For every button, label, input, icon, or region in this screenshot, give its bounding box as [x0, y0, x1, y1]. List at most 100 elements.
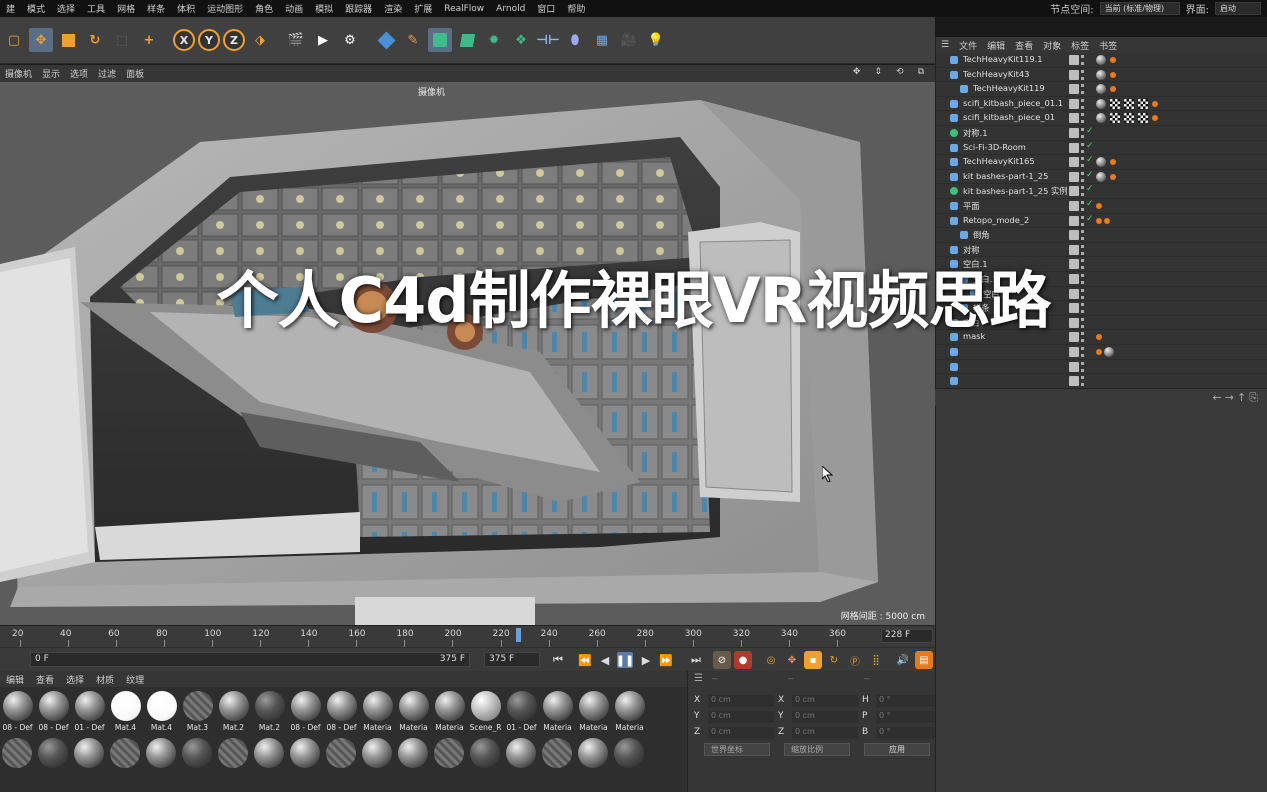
pause-icon[interactable]: ❚❚	[616, 652, 634, 668]
object-menu-item[interactable]: 书签	[1094, 39, 1122, 52]
layer-flag-icon[interactable]	[1069, 186, 1079, 197]
rot-b-field[interactable]: 0 °	[876, 727, 942, 739]
timeline-playhead[interactable]	[516, 628, 521, 642]
viewport-menu-item[interactable]: 显示	[37, 67, 65, 80]
pos-y-field[interactable]: 0 cm	[708, 711, 774, 723]
deformer-icon[interactable]: ❖	[509, 28, 533, 52]
layer-flag-icon[interactable]	[1069, 69, 1079, 80]
material-swatch[interactable]: 08 - Def	[325, 691, 358, 732]
object-row[interactable]: kit bashes-part-1_25 ✓	[936, 170, 1267, 185]
object-row[interactable]: 空白.1	[936, 257, 1267, 272]
viewport-menu-item[interactable]: 面板	[121, 67, 149, 80]
menu-item[interactable]: 工具	[81, 2, 111, 15]
3d-viewport[interactable]: 摄像机 网格间距 : 5000 cm	[0, 82, 935, 625]
material-swatch[interactable]: Mat.2	[217, 691, 250, 732]
visibility-dots-icon[interactable]	[1081, 317, 1084, 328]
object-row[interactable]: TechHeavyKit119	[936, 82, 1267, 97]
key-scale-icon[interactable]: ▪	[804, 651, 822, 669]
material-swatch[interactable]: Materia	[397, 691, 430, 732]
layer-flag-icon[interactable]	[1069, 288, 1079, 299]
material-swatch-row2[interactable]	[434, 738, 464, 768]
material-swatch[interactable]: Materia	[541, 691, 574, 732]
layer-flag-icon[interactable]	[1069, 113, 1079, 124]
material-swatch[interactable]: 08 - Def	[1, 691, 34, 732]
z-axis-icon[interactable]: Z	[223, 29, 245, 51]
pan-icon[interactable]: ✥	[848, 67, 866, 77]
extrude-icon[interactable]	[455, 28, 479, 52]
phong-tag-icon[interactable]	[1096, 334, 1102, 341]
node-space-select[interactable]: 当前 (标准/物理)	[1099, 2, 1180, 15]
x-axis-icon[interactable]: X	[173, 29, 195, 51]
object-menu-item[interactable]: 编辑	[982, 39, 1010, 52]
material-swatch[interactable]: 08 - Def	[37, 691, 70, 732]
object-row[interactable]: 空白	[936, 287, 1267, 302]
layer-flag-icon[interactable]	[1069, 259, 1079, 270]
material-swatch-row2[interactable]	[578, 738, 608, 768]
menu-item[interactable]: 扩展	[408, 2, 438, 15]
material-swatch[interactable]: Scene_R	[469, 691, 502, 732]
material-swatch[interactable]: 01 - Def	[505, 691, 538, 732]
layer-flag-icon[interactable]	[1069, 98, 1079, 109]
visibility-dots-icon[interactable]	[1081, 288, 1084, 299]
move-tool-icon[interactable]: ✥	[29, 28, 53, 52]
key-pla-icon[interactable]: ⣿	[867, 651, 885, 669]
cube-icon[interactable]	[374, 28, 398, 52]
material-swatch[interactable]: Mat.4	[145, 691, 178, 732]
key-position-icon[interactable]: ✥	[783, 651, 801, 669]
phong-tag-icon[interactable]	[1110, 71, 1116, 78]
phong-tag-icon[interactable]	[1110, 159, 1116, 166]
phong-tag-icon[interactable]	[1096, 217, 1102, 224]
object-row[interactable]: 对称.1 ✓	[936, 126, 1267, 141]
record-keys-icon[interactable]: ⊘	[713, 651, 731, 669]
object-row[interactable]	[936, 345, 1267, 360]
menu-item[interactable]: 选择	[51, 2, 81, 15]
visibility-dots-icon[interactable]	[1081, 303, 1084, 314]
key-selection-icon[interactable]: ◎	[762, 651, 780, 669]
visibility-dots-icon[interactable]	[1081, 84, 1084, 95]
orbit-icon[interactable]: ⟲	[891, 67, 909, 77]
material-tag-icon[interactable]	[1096, 84, 1106, 95]
layout-select[interactable]: 启动	[1215, 2, 1261, 15]
dolly-icon[interactable]: ⇕	[869, 67, 887, 77]
material-swatch-row2[interactable]	[74, 738, 104, 768]
enabled-check-icon[interactable]: ✓	[1086, 141, 1094, 151]
object-row[interactable]	[936, 374, 1267, 389]
attribute-nav-icons[interactable]: ←→↑⎘	[1213, 391, 1261, 405]
floor-icon[interactable]: ▦	[590, 28, 614, 52]
visibility-dots-icon[interactable]	[1081, 201, 1084, 211]
layer-flag-icon[interactable]	[1069, 317, 1079, 328]
texture-tag-icon[interactable]	[1110, 98, 1120, 109]
scale-mode-select[interactable]: 缩放比例	[784, 743, 850, 756]
world-coordinates-select[interactable]: 世界坐标	[704, 743, 770, 756]
material-swatch-row2[interactable]	[398, 738, 428, 768]
material-swatch-row2[interactable]	[2, 738, 32, 768]
material-swatch[interactable]: Mat.3	[181, 691, 214, 732]
visibility-dots-icon[interactable]	[1081, 259, 1084, 270]
visibility-dots-icon[interactable]	[1081, 55, 1084, 65]
object-row[interactable]: 样条	[936, 301, 1267, 316]
scene-environment-icon[interactable]: ⬮	[563, 28, 587, 52]
material-swatch[interactable]: Mat.4	[109, 691, 142, 732]
layer-flag-icon[interactable]	[1069, 376, 1079, 387]
timeline-ruler[interactable]: 228 F 20 40 60 80 100 120 140 160 180 200 220 240 26…	[0, 625, 935, 647]
object-row[interactable]: Retopo_mode_2 ✓	[936, 214, 1267, 229]
material-tag-icon[interactable]	[1096, 55, 1106, 65]
sound-icon[interactable]: 🔊	[894, 651, 912, 669]
material-swatch[interactable]: Materia	[577, 691, 610, 732]
object-row[interactable]: 空白.1	[936, 272, 1267, 287]
layer-flag-icon[interactable]	[1069, 215, 1079, 226]
enabled-check-icon[interactable]: ✓	[1086, 126, 1094, 136]
visibility-dots-icon[interactable]	[1081, 347, 1084, 357]
object-menu-item[interactable]: 文件	[954, 39, 982, 52]
object-row[interactable]: 平面 ✓	[936, 199, 1267, 214]
phong-tag-icon[interactable]	[1152, 115, 1158, 122]
menu-icon[interactable]: ☰	[936, 40, 954, 50]
pos-z-field[interactable]: 0 cm	[708, 727, 774, 739]
key-param-icon[interactable]: Ⓟ	[846, 651, 864, 669]
field-icon[interactable]: ⊣⊢	[536, 28, 560, 52]
subdivision-icon[interactable]	[428, 28, 452, 52]
viewport-menu-item[interactable]: 选项	[65, 67, 93, 80]
layer-flag-icon[interactable]	[1069, 347, 1079, 357]
render-picture-viewer-icon[interactable]: ▶	[311, 28, 335, 52]
visibility-dots-icon[interactable]	[1081, 69, 1084, 80]
